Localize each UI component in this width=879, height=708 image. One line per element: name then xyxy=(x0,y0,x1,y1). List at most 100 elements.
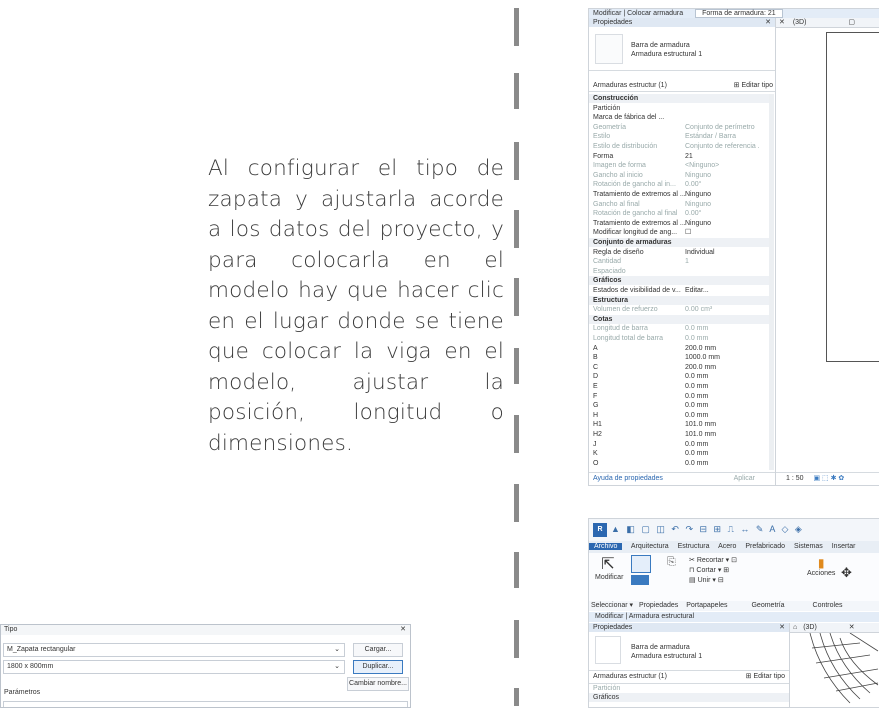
tab-acero[interactable]: Acero xyxy=(718,543,736,550)
grid-scrollbar[interactable] xyxy=(769,94,774,470)
rename-button[interactable]: Cambiar nombre... xyxy=(347,677,409,691)
property-value[interactable]: 0.0 mm xyxy=(685,449,759,458)
property-row[interactable]: H1 101.0 mm xyxy=(589,420,769,429)
tab-sistemas[interactable]: Sistemas xyxy=(794,543,823,550)
properties-tool[interactable] xyxy=(631,555,653,587)
modify-tool[interactable]: ⇱ Modificar xyxy=(595,556,623,581)
property-value[interactable]: 0.0 mm xyxy=(685,324,759,333)
type-select[interactable]: 1800 x 800mm ⌄ xyxy=(3,660,345,674)
property-row[interactable]: Estilo Estándar / Barra xyxy=(589,132,769,141)
property-row[interactable]: Longitud total de barra 0.0 mm xyxy=(589,334,769,343)
property-row[interactable]: Tratamiento de extremos al ... Ninguno xyxy=(589,219,769,228)
property-row[interactable]: Estilo de distribución Conjunto de refere… xyxy=(589,142,769,151)
property-row[interactable]: Volumen de refuerzo 0.00 cm³ xyxy=(589,305,769,314)
tab-archivo[interactable]: Archivo xyxy=(589,543,623,550)
property-value[interactable]: 0.00 cm³ xyxy=(685,305,759,314)
view-tab-new-icon[interactable]: ▢ xyxy=(848,19,855,26)
filter-row[interactable]: Armaduras estructur (1) ⊞ Editar tipo xyxy=(589,671,789,684)
property-value[interactable]: Conjunto de referencia ... xyxy=(685,142,759,151)
property-row[interactable]: F 0.0 mm xyxy=(589,392,769,401)
quick-access-toolbar[interactable]: R ▲ ◧ ▢ ◫ ↶ ↷ ⊟ ⊞ ⎍ ↔ ✎ A ◇ ◈ xyxy=(589,519,879,541)
property-value[interactable]: 0.0 mm xyxy=(685,411,759,420)
property-row[interactable]: Espaciado xyxy=(589,267,769,276)
family-select[interactable]: M_Zapata rectangular ⌄ xyxy=(3,643,345,657)
property-group[interactable]: Estructura xyxy=(589,295,769,305)
property-group[interactable]: Construcción xyxy=(589,94,769,103)
revit-logo[interactable]: R xyxy=(593,523,607,537)
property-row[interactable]: Tratamiento de extremos al ... Ninguno xyxy=(589,190,769,199)
view-control-icons[interactable]: ▣ ⬚ ✱ ✿ xyxy=(813,475,844,482)
model-viewport[interactable] xyxy=(826,32,879,362)
property-group[interactable]: Conjunto de armaduras xyxy=(589,238,769,247)
property-value[interactable]: 0.0 mm xyxy=(685,382,759,391)
property-group[interactable]: Gráficos xyxy=(589,276,769,286)
type-selector[interactable]: Barra de armadura Armadura estructural 1 xyxy=(589,30,775,71)
property-row[interactable]: J 0.0 mm xyxy=(589,440,769,449)
property-row[interactable]: B 1000.0 mm xyxy=(589,353,769,362)
property-value[interactable]: 200.0 mm xyxy=(685,344,759,353)
view-tab-close-icon[interactable]: ✕ xyxy=(776,19,785,26)
property-value[interactable]: Conjunto de perímetro xyxy=(685,123,759,132)
property-value[interactable]: Editar... xyxy=(685,286,759,295)
edit-type-button[interactable]: ⊞ Editar tipo xyxy=(746,671,785,683)
property-value[interactable]: 0.0 mm xyxy=(685,392,759,401)
move-icon[interactable]: ✥ xyxy=(841,565,852,581)
close-icon[interactable]: ✕ xyxy=(400,625,406,635)
property-value[interactable]: 21 xyxy=(685,152,759,161)
panel-seleccionar[interactable]: Seleccionar ▾ xyxy=(589,602,633,609)
close-icon[interactable]: ✕ xyxy=(765,18,771,27)
property-row[interactable]: Longitud de barra 0.0 mm xyxy=(589,324,769,333)
tab-insertar[interactable]: Insertar xyxy=(832,543,856,550)
help-link[interactable]: Ayuda de propiedades xyxy=(589,475,663,482)
property-value[interactable]: 0.0 mm xyxy=(685,401,759,410)
property-value[interactable]: Ninguno xyxy=(685,190,759,199)
view-tab-3d[interactable]: (3D) xyxy=(793,19,807,26)
quick-access-icons[interactable]: ▲ ◧ ▢ ◫ ↶ ↷ ⊟ ⊞ ⎍ ↔ ✎ A ◇ ◈ xyxy=(611,524,804,535)
shape-dropdown[interactable]: Forma de armadura: 21 xyxy=(695,9,783,18)
property-row[interactable]: Partición xyxy=(589,104,769,113)
property-row[interactable]: Geometría Conjunto de perímetro xyxy=(589,123,769,132)
property-group-graficos[interactable]: Gráficos xyxy=(589,693,789,702)
property-value[interactable]: 1000.0 mm xyxy=(685,353,759,362)
property-value[interactable]: Estándar / Barra xyxy=(685,132,759,141)
property-row[interactable]: O 0.0 mm xyxy=(589,459,769,468)
property-value[interactable]: 101.0 mm xyxy=(685,420,759,429)
property-value[interactable]: 0.0 mm xyxy=(685,372,759,381)
property-row[interactable]: Modificar longitud de ang... ☐ xyxy=(589,228,769,237)
property-value[interactable]: 200.0 mm xyxy=(685,363,759,372)
property-row[interactable]: Regla de diseño Individual xyxy=(589,248,769,257)
property-group[interactable]: Cotas xyxy=(589,314,769,324)
property-row[interactable]: Estados de visibilidad de v... Editar... xyxy=(589,286,769,295)
property-value[interactable]: 0.00° xyxy=(685,209,759,218)
duplicate-button[interactable]: Duplicar... xyxy=(353,660,403,674)
view-tab-3d[interactable]: (3D) xyxy=(803,624,817,631)
close-icon[interactable]: ✕ xyxy=(779,623,785,632)
property-value[interactable]: ☐ xyxy=(685,228,759,237)
property-value[interactable]: 0.0 mm xyxy=(685,459,759,468)
property-row[interactable]: Imagen de forma <Ninguno> xyxy=(589,161,769,170)
tab-prefabricado[interactable]: Prefabricado xyxy=(745,543,785,550)
property-row[interactable]: Rotación de gancho al in... 0.00° xyxy=(589,180,769,189)
home-icon[interactable]: ⌂ xyxy=(790,624,797,631)
property-row[interactable]: A 200.0 mm xyxy=(589,344,769,353)
view-tab-close-icon[interactable]: ✕ xyxy=(849,624,855,631)
property-value[interactable]: Ninguno xyxy=(685,171,759,180)
actions-tool[interactable]: ▮ Acciones xyxy=(807,556,835,577)
property-row[interactable]: C 200.0 mm xyxy=(589,363,769,372)
scale-label[interactable]: 1 : 50 xyxy=(776,475,804,482)
filter-row[interactable]: Armaduras estructur (1) ⊞ Editar tipo xyxy=(589,81,775,92)
property-row[interactable]: Rotación de gancho al final 0.00° xyxy=(589,209,769,218)
property-row[interactable]: H 0.0 mm xyxy=(589,411,769,420)
geometry-tools[interactable]: ✂ Recortar ▾ ⊡ ⊓ Cortar ▾ ⊞ ▤ Unir ▾ ⊟ xyxy=(689,556,759,586)
clipboard-tools[interactable]: ⎘ xyxy=(667,556,676,569)
tab-arquitectura[interactable]: Arquitectura xyxy=(631,543,669,550)
property-row[interactable]: D 0.0 mm xyxy=(589,372,769,381)
instance-filter[interactable]: Armaduras estructur (1) xyxy=(589,82,667,89)
property-value[interactable]: <Ninguno> xyxy=(685,161,759,170)
load-button[interactable]: Cargar... xyxy=(353,643,403,657)
property-row[interactable]: Gancho al final Ninguno xyxy=(589,200,769,209)
property-value[interactable]: Ninguno xyxy=(685,219,759,228)
edit-type-button[interactable]: ⊞ Editar tipo xyxy=(734,81,773,91)
property-value[interactable]: Ninguno xyxy=(685,200,759,209)
rebar-model-view[interactable] xyxy=(790,633,879,707)
